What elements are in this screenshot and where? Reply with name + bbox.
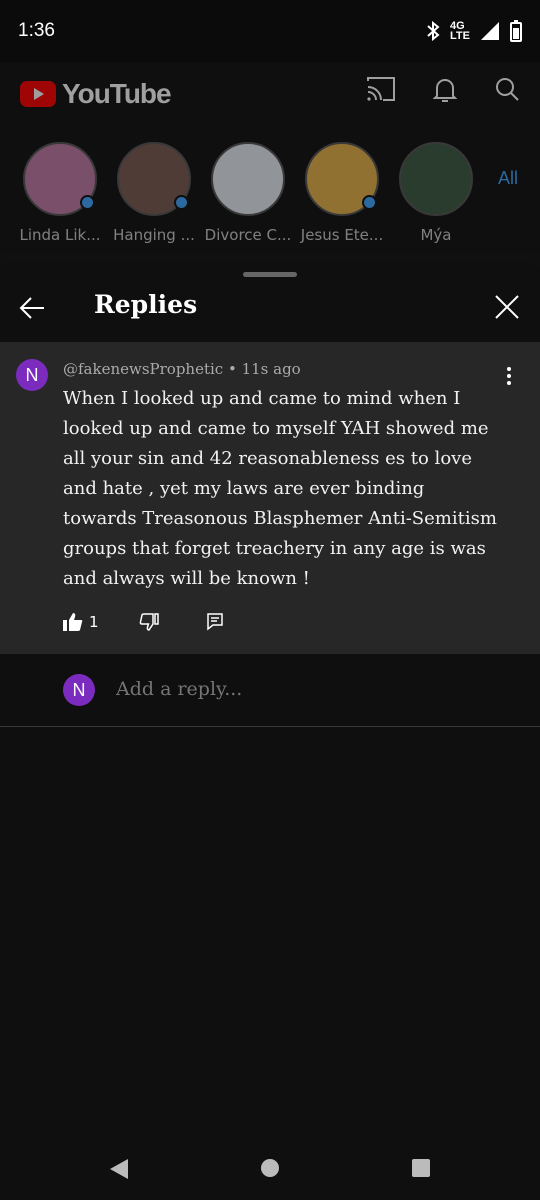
avatar[interactable]: N xyxy=(16,359,48,391)
network-4g-icon: 4G LTE xyxy=(450,20,470,42)
sheet-header: Replies xyxy=(0,278,540,340)
nav-home-icon[interactable] xyxy=(260,1158,280,1178)
new-content-dot xyxy=(80,195,95,210)
nav-back-icon[interactable] xyxy=(108,1158,130,1180)
channel-avatar xyxy=(399,142,473,216)
youtube-logo[interactable]: YouTube xyxy=(20,78,172,110)
sheet-title: Replies xyxy=(94,290,198,319)
new-content-dot xyxy=(174,195,189,210)
add-reply-row: N xyxy=(0,654,540,727)
channel-name: Mýa xyxy=(420,226,452,244)
channel-avatar xyxy=(211,142,285,216)
signal-icon xyxy=(481,22,499,40)
channel-name: Divorce C... xyxy=(204,226,292,244)
avatar: N xyxy=(63,674,95,706)
navigation-bar xyxy=(0,1140,540,1200)
replies-sheet: Replies N @fakenewsProphetic • 11s ago W… xyxy=(0,262,540,1200)
youtube-background: YouTube Linda Lik... Hanging ... Divorce… xyxy=(0,62,540,266)
thumbs-up-icon xyxy=(63,613,83,631)
status-time: 1:36 xyxy=(18,20,55,41)
status-bar: 1:36 4G LTE xyxy=(0,0,540,62)
channel-avatar xyxy=(305,142,379,216)
subscription-channel[interactable]: Divorce C... xyxy=(200,142,296,244)
like-count: 1 xyxy=(89,613,99,631)
channel-avatar xyxy=(23,142,97,216)
drag-handle[interactable] xyxy=(243,272,297,277)
notifications-bell-icon[interactable] xyxy=(432,76,458,104)
nav-recents-icon[interactable] xyxy=(411,1158,431,1178)
subscription-channel[interactable]: Hanging ... xyxy=(106,142,202,244)
reply-input[interactable] xyxy=(116,678,496,700)
subscription-channel[interactable]: Mýa xyxy=(388,142,484,244)
comment-actions: 1 xyxy=(63,610,223,634)
subscriptions-row: Linda Lik... Hanging ... Divorce C... Je… xyxy=(12,142,532,252)
status-icons: 4G LTE xyxy=(426,20,522,42)
thumbs-down-icon[interactable] xyxy=(139,613,159,631)
subscription-channel[interactable]: Jesus Ete... xyxy=(294,142,390,244)
cast-icon[interactable] xyxy=(366,76,396,102)
close-icon[interactable] xyxy=(494,294,520,320)
search-icon[interactable] xyxy=(494,76,520,102)
youtube-play-icon xyxy=(20,81,56,107)
channel-name: Hanging ... xyxy=(113,226,195,244)
channel-name: Linda Lik... xyxy=(19,226,101,244)
youtube-brand: YouTube xyxy=(62,78,172,109)
bluetooth-icon xyxy=(427,21,440,41)
comment-text: When I looked up and came to mind when I… xyxy=(63,388,497,589)
reply-icon[interactable] xyxy=(206,613,223,631)
subscription-channel[interactable]: Linda Lik... xyxy=(12,142,108,244)
all-subscriptions-link[interactable]: All xyxy=(498,168,518,189)
battery-icon xyxy=(510,20,522,42)
like-button[interactable]: 1 xyxy=(63,613,99,631)
back-arrow-icon[interactable] xyxy=(18,294,46,322)
channel-name: Jesus Ete... xyxy=(300,226,384,244)
comment-meta: @fakenewsProphetic • 11s ago xyxy=(63,360,301,378)
comment: N @fakenewsProphetic • 11s ago When I lo… xyxy=(0,342,540,654)
more-options-icon[interactable] xyxy=(506,366,512,386)
new-content-dot xyxy=(362,195,377,210)
channel-avatar xyxy=(117,142,191,216)
